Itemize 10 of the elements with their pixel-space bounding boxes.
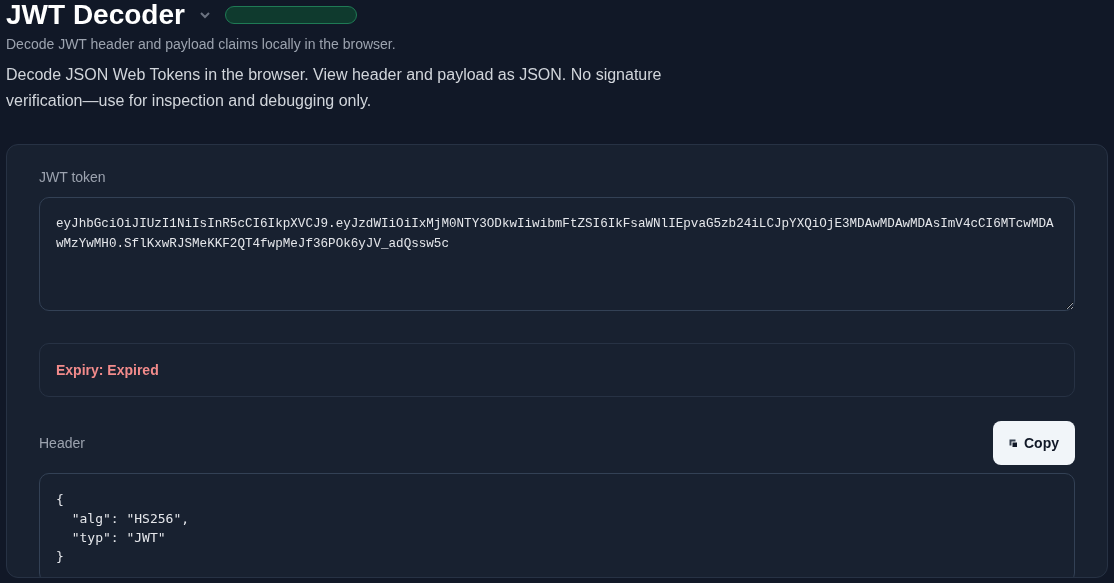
token-input-field[interactable]: eyJhbGciOiJIUzI1NiIsInR5cCI6IkpXVCJ9.eyJzdWIiOiIxMjM0NTY3ODkwIiwibmFtZSI6IkFsaWNlIEpvaG5zb24iLCJpYXQiOjE3MDAwMDAwMDAsImV4cCI6MTcwMDAwMzYwMH0.SflKxwRJSMeKKF2QT4fwpMeJf36POk6yJV_adQssw5c: [39, 197, 1075, 311]
chevron-icon[interactable]: [198, 11, 211, 19]
page-description: Decode JSON Web Tokens in the browser. View header and payload as JSON. No signature verification—use for inspection and debugging only.: [6, 65, 663, 111]
section-label: Header: [39, 435, 85, 451]
copy-icon: [1009, 438, 1018, 448]
expiry-status: Expiry: Expired: [56, 362, 159, 378]
copy-button[interactable]: Copy: [993, 421, 1075, 465]
page-title: JWT Decoder: [6, 0, 185, 30]
field-label: JWT token: [39, 169, 107, 185]
page-subtitle: Decode JWT header and payload claims locally in the browser.: [6, 36, 397, 52]
